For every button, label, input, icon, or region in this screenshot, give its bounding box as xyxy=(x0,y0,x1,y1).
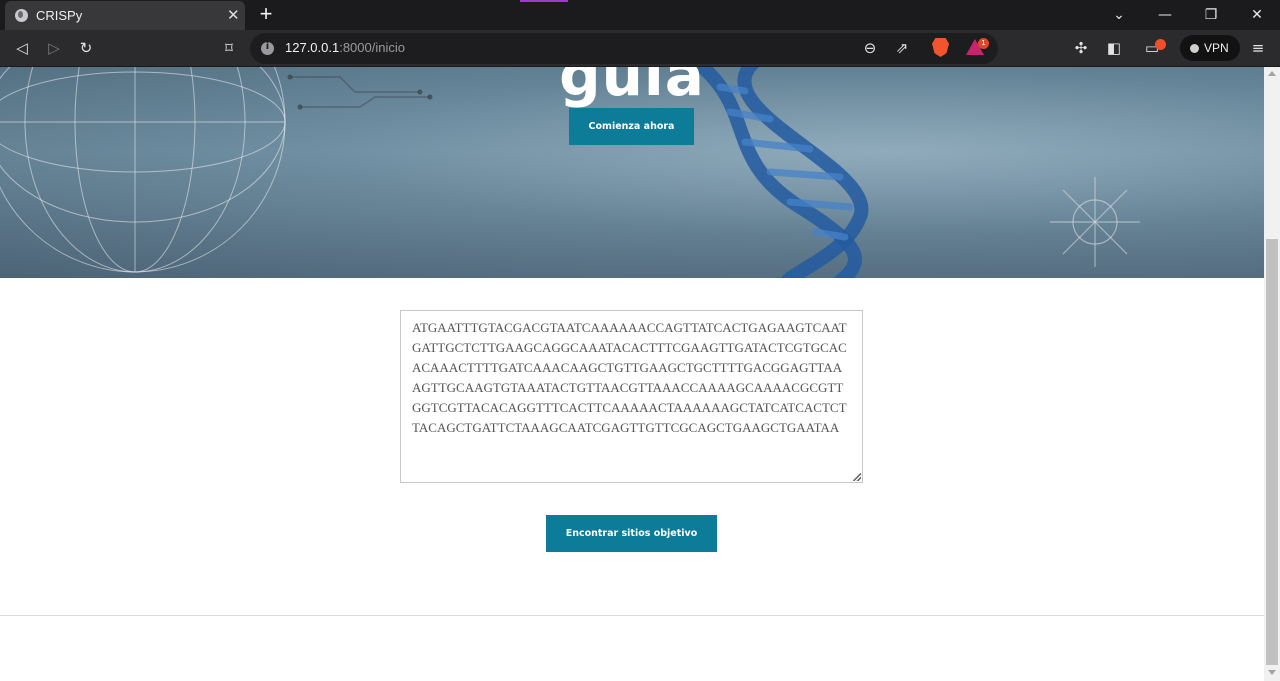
bookmark-icon[interactable]: ⌑ xyxy=(219,38,239,58)
minimize-button[interactable]: — xyxy=(1142,0,1188,30)
browser-tab[interactable]: CRISPy ✕ xyxy=(5,1,245,30)
sequence-textarea[interactable]: ATGAATTTGTACGACGTAATCAAAAAACCAGTTATCACTG… xyxy=(400,310,863,483)
site-info-icon[interactable] xyxy=(261,41,274,55)
forward-icon[interactable]: ▷ xyxy=(44,38,64,58)
page-scrollbar[interactable] xyxy=(1264,67,1280,681)
hero-title: guía xyxy=(559,67,705,109)
url-host: 127.0.0.1 xyxy=(285,40,340,55)
address-bar[interactable]: 127.0.0.1:8000/inicio ⊖ ⇗ xyxy=(250,33,998,64)
tab-title: CRISPy xyxy=(36,8,83,23)
back-icon[interactable]: ◁ xyxy=(12,38,32,58)
vpn-status-icon xyxy=(1190,44,1199,53)
share-icon[interactable]: ⇗ xyxy=(892,38,912,58)
page-viewport: guía Comienza ahora ATGAATTTGTACGACGTAAT… xyxy=(0,67,1264,681)
close-tab-icon[interactable]: ✕ xyxy=(227,6,240,24)
tab-group-indicator xyxy=(520,0,568,2)
zoom-icon[interactable]: ⊖ xyxy=(860,38,880,58)
wallet-badge xyxy=(1155,39,1166,50)
restore-button[interactable]: ❐ xyxy=(1188,0,1234,30)
rewards-badge: 1 xyxy=(978,38,989,49)
reload-icon[interactable]: ↻ xyxy=(76,38,96,58)
scroll-up-arrow-icon[interactable] xyxy=(1268,71,1276,76)
new-tab-button[interactable]: + xyxy=(254,2,278,26)
footer-divider xyxy=(0,615,1264,616)
sidebar-icon[interactable]: ◧ xyxy=(1104,38,1124,58)
start-now-button[interactable]: Comienza ahora xyxy=(569,108,694,145)
url-path: :8000/inicio xyxy=(339,40,405,55)
menu-icon[interactable]: ≡ xyxy=(1248,38,1268,58)
tab-bar: CRISPy ✕ + ⌄ — ❐ ✕ xyxy=(0,0,1280,30)
tab-search-chevron-icon[interactable]: ⌄ xyxy=(1096,0,1142,30)
scroll-thumb[interactable] xyxy=(1266,239,1278,665)
vpn-button[interactable]: VPN xyxy=(1180,35,1240,61)
resize-handle-icon[interactable] xyxy=(853,473,861,481)
find-targets-button[interactable]: Encontrar sitios objetivo xyxy=(546,515,717,552)
sequence-value: ATGAATTTGTACGACGTAATCAAAAAACCAGTTATCACTG… xyxy=(412,320,847,435)
scroll-down-arrow-icon[interactable] xyxy=(1268,670,1276,675)
extensions-icon[interactable]: ✣ xyxy=(1071,38,1091,58)
hero-banner: guía Comienza ahora xyxy=(0,67,1264,278)
navigation-bar: ◁ ▷ ↻ ⌑ 127.0.0.1:8000/inicio ⊖ ⇗ 1 ✣ ◧ … xyxy=(0,30,1280,67)
vpn-label: VPN xyxy=(1204,41,1229,55)
close-window-button[interactable]: ✕ xyxy=(1234,0,1280,30)
url-text[interactable]: 127.0.0.1:8000/inicio xyxy=(285,40,405,55)
globe-icon xyxy=(15,9,28,22)
